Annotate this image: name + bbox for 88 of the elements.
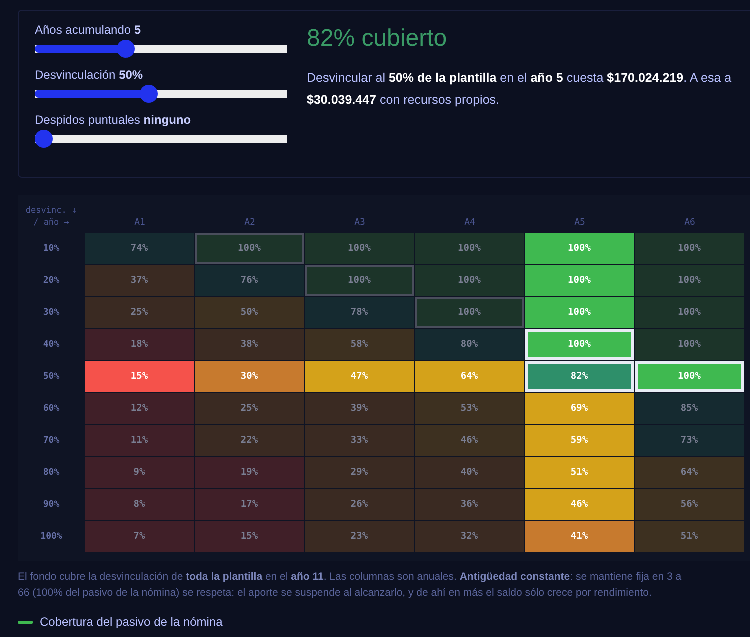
heatmap-cell[interactable]: 12% — [85, 393, 195, 425]
heatmap-cell[interactable]: 18% — [85, 329, 195, 361]
heatmap-cell[interactable]: 59% — [525, 425, 635, 457]
heatmap-cell[interactable]: 40% — [415, 457, 525, 489]
row-header: 60% — [42, 403, 61, 416]
heatmap-cell[interactable]: 100% — [415, 233, 525, 265]
heatmap-cell[interactable]: 100% — [525, 265, 635, 297]
heatmap-cell[interactable]: 11% — [85, 425, 195, 457]
heatmap-cell[interactable]: 73% — [635, 425, 745, 457]
slider-thumb[interactable] — [140, 85, 158, 103]
heatmap-cell[interactable]: 8% — [85, 489, 195, 521]
heatmap-cell[interactable]: 80% — [415, 329, 525, 361]
heatmap-cell[interactable]: 85% — [635, 393, 745, 425]
heatmap-cell[interactable]: 82% — [525, 361, 635, 393]
row-header: 40% — [42, 339, 61, 352]
heatmap-cell[interactable]: 15% — [195, 521, 305, 553]
column-header: A2 — [244, 217, 256, 230]
heatmap-cell[interactable]: 76% — [195, 265, 305, 297]
slider-label: Despidos puntuales ninguno — [35, 113, 192, 127]
row-header: 50% — [42, 371, 61, 384]
heatmap-cell[interactable]: 100% — [195, 233, 305, 265]
heatmap-cell[interactable]: 74% — [85, 233, 195, 265]
heatmap-cell[interactable]: 69% — [525, 393, 635, 425]
heatmap-cell[interactable]: 50% — [195, 297, 305, 329]
heatmap-cell[interactable]: 53% — [415, 393, 525, 425]
heatmap-cell[interactable]: 100% — [305, 233, 415, 265]
heatmap-cell[interactable]: 22% — [195, 425, 305, 457]
heatmap-cell[interactable]: 100% — [525, 297, 635, 329]
heatmap-cell[interactable]: 100% — [635, 361, 745, 393]
row-header: 20% — [42, 275, 61, 288]
column-header: A1 — [134, 217, 146, 230]
heatmap-cell[interactable]: 64% — [635, 457, 745, 489]
legend-swatch — [18, 620, 33, 624]
heatmap-cell[interactable]: 100% — [305, 265, 415, 297]
heatmap-cell[interactable]: 100% — [635, 233, 745, 265]
row-header: 10% — [42, 243, 61, 256]
heatmap-cell[interactable]: 64% — [415, 361, 525, 393]
slider-label: Años acumulando 5 — [35, 23, 142, 37]
column-header: A4 — [464, 217, 476, 230]
axis-corner-label: desvinc. ↓ / año → — [24, 205, 78, 229]
heatmap-cell[interactable]: 100% — [525, 329, 635, 361]
heatmap-cell[interactable]: 51% — [635, 521, 745, 553]
row-header: 30% — [42, 307, 61, 320]
heatmap-cell[interactable]: 46% — [415, 425, 525, 457]
column-header: A5 — [574, 217, 586, 230]
heatmap-cell[interactable]: 32% — [415, 521, 525, 553]
column-header: A3 — [354, 217, 366, 230]
heatmap-cell[interactable]: 37% — [85, 265, 195, 297]
heatmap-cell[interactable]: 100% — [635, 297, 745, 329]
heatmap-cell[interactable]: 33% — [305, 425, 415, 457]
heatmap-cell[interactable]: 100% — [635, 265, 745, 297]
heatmap-cell[interactable]: 26% — [305, 489, 415, 521]
coverage-headline: 82% cubierto — [307, 25, 448, 53]
heatmap-cell[interactable]: 19% — [195, 457, 305, 489]
row-header: 80% — [42, 467, 61, 480]
cost-summary: Desvincular al 50% de la plantilla en el año 5 cuesta $170.024.219. A esa a $30.039.447 con recursos propios. — [307, 70, 733, 109]
heatmap-cell[interactable]: 9% — [85, 457, 195, 489]
row-header: 70% — [42, 435, 61, 448]
heatmap-cell[interactable]: 46% — [525, 489, 635, 521]
heatmap-cell[interactable]: 41% — [525, 521, 635, 553]
legend-label: Cobertura del pasivo de la nómina — [40, 615, 223, 629]
heatmap-cell[interactable]: 56% — [635, 489, 745, 521]
heatmap-cell[interactable]: 78% — [305, 297, 415, 329]
heatmap-cell[interactable]: 15% — [85, 361, 195, 393]
heatmap-cell[interactable]: 7% — [85, 521, 195, 553]
heatmap-cell[interactable]: 51% — [525, 457, 635, 489]
heatmap-cell[interactable]: 36% — [415, 489, 525, 521]
footnote: El fondo cubre la desvinculación de toda la plantilla en el año 11. Las columnas son anuales. Antigüedad constante: se mantiene fija en 3 a 66 (100% del pasivo de la nómina) se respeta: el aporte se suspende al alcanzarlo, y de ahí en más el saldo sólo crece por rendimiento. — [18, 570, 683, 601]
heatmap-cell[interactable]: 100% — [635, 329, 745, 361]
heatmap-cell[interactable]: 29% — [305, 457, 415, 489]
slider-thumb[interactable] — [116, 40, 135, 58]
row-header: 100% — [40, 531, 64, 544]
heatmap-cell[interactable]: 58% — [305, 329, 415, 361]
heatmap-cell[interactable]: 100% — [415, 297, 525, 329]
heatmap-cell[interactable]: 100% — [415, 265, 525, 297]
heatmap-cell[interactable]: 39% — [305, 393, 415, 425]
heatmap-cell[interactable]: 23% — [305, 521, 415, 553]
heatmap-cell[interactable]: 100% — [525, 233, 635, 265]
column-header: A6 — [684, 217, 696, 230]
row-header: 90% — [42, 499, 61, 512]
heatmap-cell[interactable]: 38% — [195, 329, 305, 361]
heatmap-cell[interactable]: 17% — [195, 489, 305, 521]
slider-thumb[interactable] — [35, 130, 53, 148]
heatmap-cell[interactable]: 25% — [85, 297, 195, 329]
slider-label: Desvinculación 50% — [35, 68, 144, 82]
heatmap-cell[interactable]: 25% — [195, 393, 305, 425]
heatmap-cell[interactable]: 47% — [305, 361, 415, 393]
heatmap-cell[interactable]: 30% — [195, 361, 305, 393]
